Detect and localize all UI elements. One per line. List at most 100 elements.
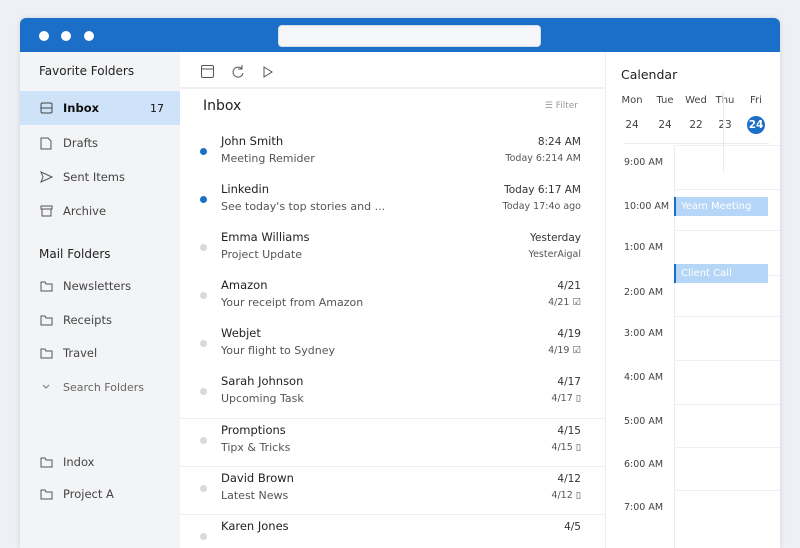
sender: Karen Jones xyxy=(221,519,289,533)
secondary-time: Today 17:4o ago xyxy=(502,201,581,212)
sidebar-item-search-folders[interactable]: Search Folders xyxy=(20,370,180,404)
sidebar-item-sent-items[interactable]: Sent Items xyxy=(20,160,180,194)
sidebar-item-label: Sent Items xyxy=(63,170,125,184)
sidebar-item-indox[interactable]: Indox xyxy=(20,445,180,479)
today-date[interactable]: 24 xyxy=(747,116,765,134)
window-maximize-button[interactable] xyxy=(84,31,94,41)
sidebar-item-newsletters[interactable]: Newsletters xyxy=(20,269,180,303)
hour-line xyxy=(674,145,780,146)
send-icon xyxy=(39,170,53,184)
day-header: Thu xyxy=(715,95,735,106)
sidebar-item-label: Indox xyxy=(63,455,95,469)
day-number[interactable]: 23 xyxy=(710,119,740,131)
unread-indicator xyxy=(200,148,207,155)
hour-line xyxy=(674,230,780,231)
unread-count: 17 xyxy=(150,101,164,115)
message-row[interactable]: Karen Jones 4/5 xyxy=(180,514,605,548)
secondary-time: Today 6:214 AM xyxy=(505,153,581,164)
filter-button[interactable]: ☰ Filter xyxy=(545,101,578,111)
sidebar-item-label: Project A xyxy=(63,487,114,501)
sidebar-item-label: Search Folders xyxy=(63,380,145,394)
sidebar-item-drafts[interactable]: Drafts xyxy=(20,126,180,160)
play-icon[interactable] xyxy=(262,64,278,80)
sidebar-item-label: Newsletters xyxy=(63,279,132,293)
folder-icon xyxy=(39,313,53,327)
archive-icon xyxy=(39,204,53,218)
message-row[interactable]: David Brown Latest News 4/12 4/12 ▯ xyxy=(180,466,605,514)
subject: Latest News xyxy=(221,489,289,502)
message-row[interactable]: Webjet Your flight to Sydney 4/19 4/19 ☑ xyxy=(180,322,605,370)
sidebar-item-label: Receipts xyxy=(63,313,112,327)
calendar-event[interactable]: Client Call xyxy=(674,264,768,283)
hour-line xyxy=(674,404,780,405)
sidebar-item-inbox[interactable]: Inbox 17 xyxy=(20,91,180,125)
time-label: 6:00 AM xyxy=(624,459,664,470)
sidebar-item-label: Travel xyxy=(63,346,98,360)
message-row[interactable]: Promptions Tipx & Tricks 4/15 4/15 ▯ xyxy=(180,418,605,466)
read-indicator xyxy=(200,485,207,492)
draft-icon xyxy=(39,136,53,150)
sidebar-item-label: Archive xyxy=(63,204,107,218)
subject: Meeting Remider xyxy=(221,152,315,165)
message-row[interactable]: Amazon Your receipt from Amazon 4/21 4/2… xyxy=(180,274,605,322)
day-number[interactable]: 22 xyxy=(681,119,711,131)
window-close-button[interactable] xyxy=(39,31,49,41)
grid-line xyxy=(624,143,769,144)
time-label: 1:00 AM xyxy=(624,242,664,253)
window-minimize-button[interactable] xyxy=(61,31,71,41)
hour-line xyxy=(674,490,780,491)
search-bar[interactable] xyxy=(278,25,541,47)
received-time: 4/19 xyxy=(557,328,581,340)
read-indicator xyxy=(200,388,207,395)
time-label: 10:00 AM xyxy=(624,201,670,212)
calendar-event[interactable]: Yeam Meeting xyxy=(674,197,768,216)
refresh-icon[interactable] xyxy=(230,64,246,80)
time-label: 9:00 AM xyxy=(624,157,664,168)
day-number[interactable]: 24 xyxy=(650,119,680,131)
sender: Emma Williams xyxy=(221,230,310,244)
received-time: 8:24 AM xyxy=(537,136,581,148)
time-label: 4:00 AM xyxy=(624,372,664,383)
inbox-icon xyxy=(39,101,53,115)
favorite-folders-heading: Favorite Folders xyxy=(39,64,135,78)
sidebar-item-project-a[interactable]: Project A xyxy=(20,477,180,511)
title-bar xyxy=(20,18,780,52)
day-header: Fri xyxy=(750,95,762,106)
subject: Your receipt from Amazon xyxy=(221,296,364,309)
sender: David Brown xyxy=(221,471,294,485)
grid-line xyxy=(723,92,724,172)
sender: Sarah Johnson xyxy=(221,374,304,388)
message-row[interactable]: Sarah Johnson Upcoming Task 4/17 4/17 ▯ xyxy=(180,370,605,418)
sender: Amazon xyxy=(221,278,268,292)
time-label: 2:00 AM xyxy=(624,287,664,298)
subject: Upcoming Task xyxy=(221,392,304,405)
sidebar-item-receipts[interactable]: Receipts xyxy=(20,303,180,337)
received-time: 4/21 xyxy=(557,280,581,292)
subject: See today's top stories and ... xyxy=(221,200,386,213)
day-header: Wed xyxy=(685,95,707,106)
toolbar xyxy=(180,52,605,89)
received-time: 4/5 xyxy=(564,521,581,533)
sidebar-item-archive[interactable]: Archive xyxy=(20,194,180,228)
sidebar-item-travel[interactable]: Travel xyxy=(20,336,180,370)
day-number[interactable]: 24 xyxy=(617,119,647,131)
hour-line xyxy=(674,189,780,190)
archive-icon[interactable] xyxy=(200,64,216,80)
calendar-pane: Calendar Mon 24 Tue 24 Wed 22 Thu 23 Fri 24 9:00 A… xyxy=(605,52,780,548)
message-row[interactable]: Emma Williams Project Update Yesterday Y… xyxy=(180,226,605,274)
message-list-pane: Inbox ☰ Filter John Smith Meeting Remide… xyxy=(180,52,605,548)
read-indicator xyxy=(200,533,207,540)
calendar-title: Calendar xyxy=(621,67,678,82)
subject: Tipx & Tricks xyxy=(221,441,291,454)
message-row[interactable]: John Smith Meeting Remider 8:24 AM Today… xyxy=(180,130,605,178)
sender: Webjet xyxy=(221,326,261,340)
received-time: Today 6:17 AM xyxy=(504,184,581,196)
received-time: 4/12 xyxy=(557,473,581,485)
sender: John Smith xyxy=(221,134,284,148)
sidebar-item-label: Drafts xyxy=(63,136,98,150)
read-indicator xyxy=(200,244,207,251)
folder-icon xyxy=(39,455,53,469)
secondary-time: 4/19 ☑ xyxy=(548,345,581,356)
filter-label: Filter xyxy=(555,101,578,111)
message-row[interactable]: Linkedin See today's top stories and ...… xyxy=(180,178,605,226)
